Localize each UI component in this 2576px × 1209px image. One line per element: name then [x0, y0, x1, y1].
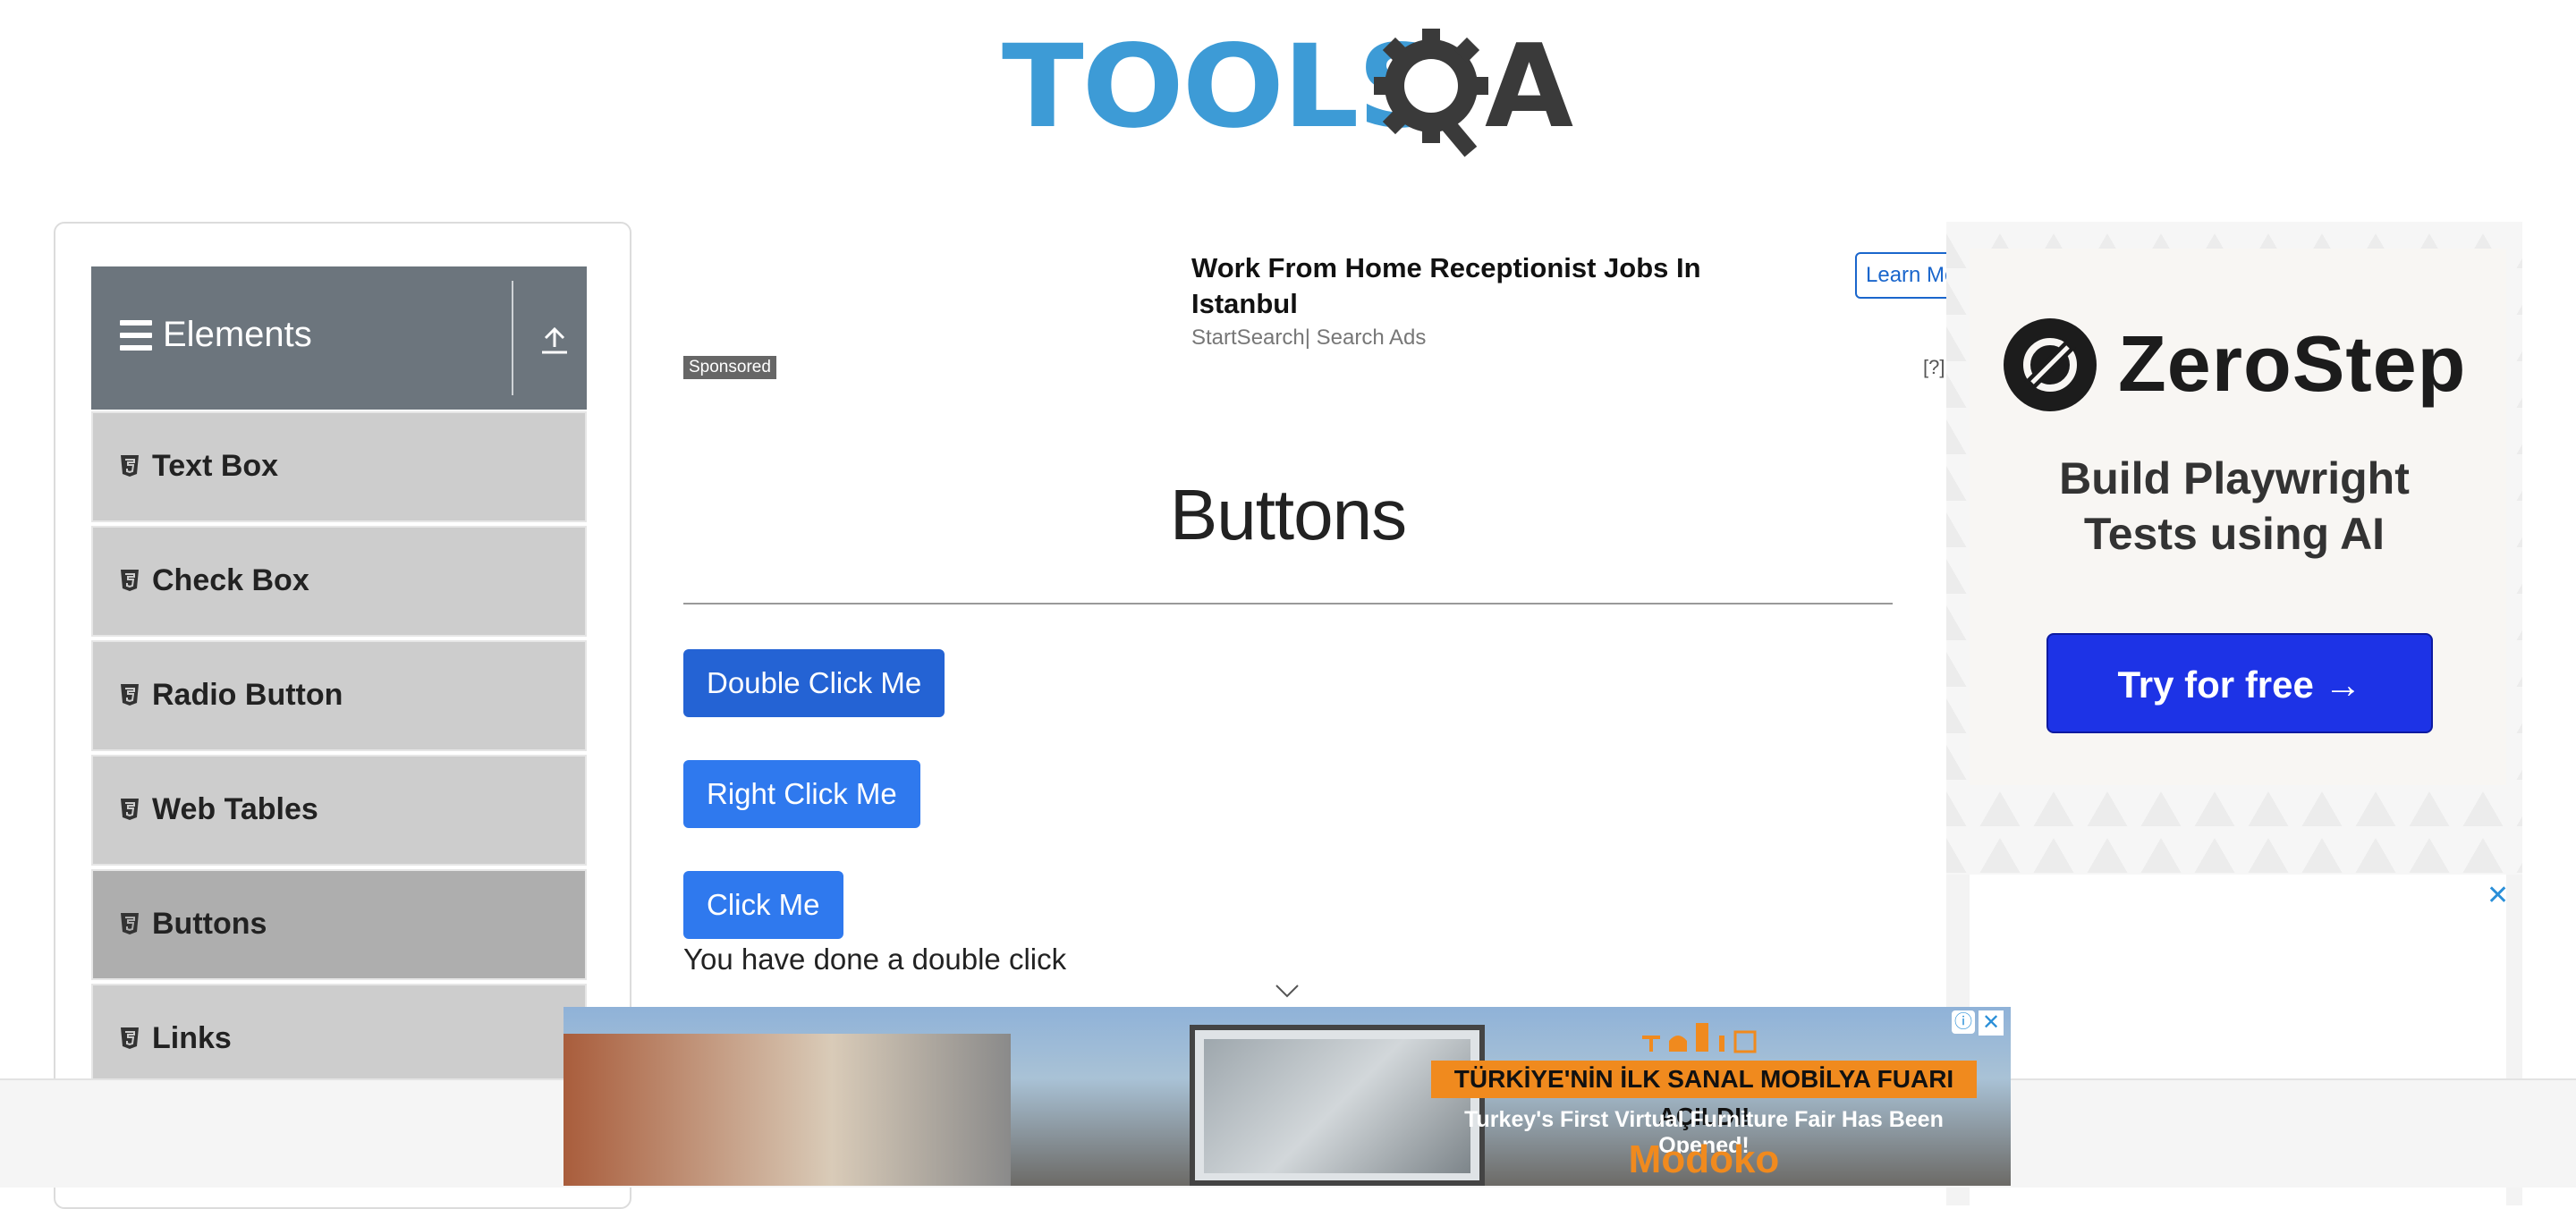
left-panel: Elements Text Box Check Box Radio Button…: [54, 222, 631, 1209]
gear-magnifier-icon: [1374, 29, 1488, 157]
double-click-button[interactable]: Double Click Me: [683, 649, 945, 717]
toolsqa-logo[interactable]: TOOLS A: [1002, 23, 1583, 166]
top-sponsored-ad[interactable]: Work From Home Receptionist Jobs In Ista…: [683, 247, 1962, 390]
collapse-arrow-icon[interactable]: [538, 324, 571, 356]
storefront-photo: [564, 1034, 1011, 1186]
double-click-message: You have done a double click: [683, 943, 1067, 976]
sidebar-item-text-box[interactable]: Text Box: [91, 411, 587, 522]
page-title: Buttons: [1169, 475, 1407, 554]
sidebar-item-label: Check Box: [152, 563, 309, 597]
elements-menu: Text Box Check Box Radio Button Web Tabl…: [91, 411, 587, 1098]
ad-info-icon[interactable]: ⓘ: [1952, 1010, 1975, 1034]
furniture-icons: [1642, 1023, 1757, 1053]
ad-close-icon[interactable]: ✕: [1979, 1010, 2004, 1036]
ad-banner-turkish: TÜRKİYE'NİN İLK SANAL MOBİLYA FUARI AÇIL…: [1431, 1061, 1977, 1130]
right-click-button[interactable]: Right Click Me: [683, 760, 920, 828]
chevron-down-icon[interactable]: [1274, 982, 1301, 1000]
try-for-free-button[interactable]: Try for free →: [2046, 633, 2433, 733]
modoko-brand: Modoko: [1628, 1137, 1780, 1181]
zerostep-logo-icon: [2004, 318, 2097, 411]
html5-icon: [121, 799, 139, 820]
bottom-banner-ad[interactable]: TÜRKİYE'NİN İLK SANAL MOBİLYA FUARI AÇIL…: [564, 1007, 2011, 1186]
ad-help-link[interactable]: [?]: [1923, 356, 1945, 379]
close-icon[interactable]: ✕: [2487, 880, 2509, 911]
sidebar-item-label: Web Tables: [152, 792, 318, 826]
tagline-line-1: Build Playwright: [2059, 453, 2410, 503]
zerostep-brand: ZeroStep: [2118, 319, 2467, 408]
logo-text-a: A: [1485, 21, 1574, 154]
sidebar-item-buttons[interactable]: Buttons: [91, 869, 587, 980]
sponsored-badge: Sponsored: [683, 356, 776, 379]
group-title: Elements: [163, 315, 312, 354]
title-divider: [683, 603, 1893, 604]
sidebar-item-label: Radio Button: [152, 678, 343, 712]
sidebar-item-check-box[interactable]: Check Box: [91, 526, 587, 637]
hamburger-icon: [120, 320, 152, 351]
tagline-line-2: Tests using AI: [2083, 509, 2385, 559]
right-side-ad[interactable]: ZeroStep Build Playwright Tests using AI…: [1946, 222, 2522, 1205]
ad-source: StartSearch| Search Ads: [1191, 326, 1427, 350]
zerostep-tagline: Build Playwright Tests using AI: [1946, 451, 2522, 562]
html5-icon: [121, 1027, 139, 1049]
ad-title[interactable]: Work From Home Receptionist Jobs In Ista…: [1191, 250, 1764, 322]
html5-icon: [121, 455, 139, 477]
html5-icon: [121, 913, 139, 934]
click-me-button[interactable]: Click Me: [683, 871, 843, 939]
sidebar-item-label: Text Box: [152, 449, 279, 483]
sidebar-item-label: Links: [152, 1021, 232, 1055]
elements-group-header[interactable]: Elements: [91, 266, 587, 410]
sidebar-item-radio-button[interactable]: Radio Button: [91, 640, 587, 751]
sidebar-item-web-tables[interactable]: Web Tables: [91, 755, 587, 866]
html5-icon: [121, 570, 139, 591]
sidebar-item-label: Buttons: [152, 907, 267, 941]
html5-icon: [121, 684, 139, 706]
header-divider: [512, 281, 513, 395]
